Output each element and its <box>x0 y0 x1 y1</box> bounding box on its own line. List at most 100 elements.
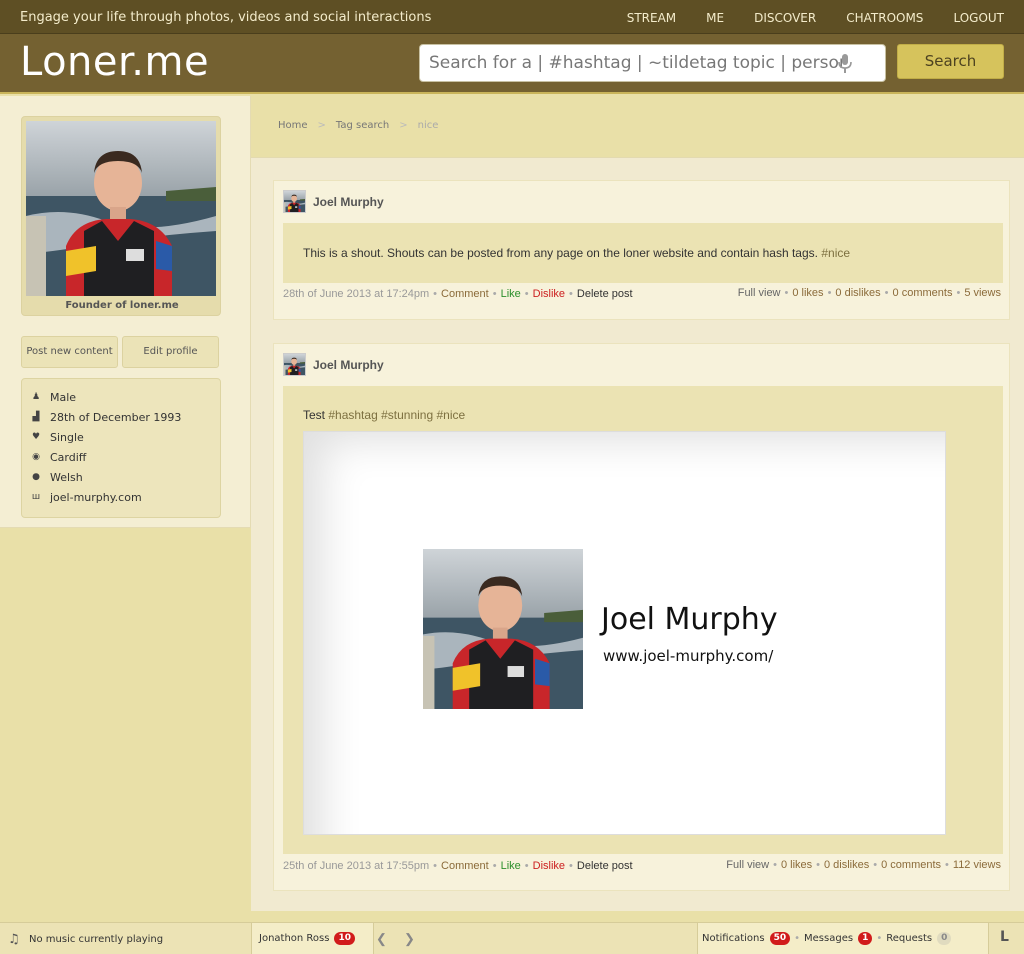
birthday-icon: ▟ <box>32 412 40 422</box>
corner-menu-button[interactable]: L <box>1000 929 1009 945</box>
embed-url: www.joel-murphy.com/ <box>603 647 774 665</box>
location-pin-icon: ◉ <box>32 452 40 462</box>
info-website-link[interactable]: joel-murphy.com <box>50 491 142 504</box>
profile-info-box: ♟ Male ▟ 28th of December 1993 ♥ Single … <box>21 378 221 518</box>
top-strip: Engage your life through photos, videos … <box>0 0 1024 34</box>
author-name[interactable]: Joel Murphy <box>313 195 384 209</box>
comment-link[interactable]: Comment <box>441 288 489 300</box>
nav-me[interactable]: ME <box>706 11 724 25</box>
post-new-content-button[interactable]: Post new content <box>21 336 118 368</box>
info-birthday-text: 28th of December 1993 <box>50 410 182 424</box>
notifications-badge: 50 <box>769 932 791 945</box>
chat-tab[interactable]: Jonathon Ross 10 <box>251 923 374 954</box>
chevron-left-icon[interactable]: ❮ <box>376 931 387 947</box>
notifications-label: Notifications <box>702 933 765 944</box>
full-view-link[interactable]: Full view <box>738 287 781 299</box>
info-location: ◉ Cardiff <box>30 449 86 465</box>
chat-user-name: Jonathon Ross <box>259 933 330 944</box>
post-text-content: This is a shout. Shouts can be posted fr… <box>303 246 818 260</box>
post-meta: 28th of June 2013 at 17:24pm • Comment •… <box>283 288 633 300</box>
top-navigation: STREAM ME DISCOVER CHATROOMS LOGOUT <box>597 11 1004 25</box>
website-icon: ш <box>31 492 41 502</box>
author-avatar[interactable] <box>283 190 306 213</box>
heart-icon: ♥ <box>31 432 41 442</box>
globe-icon: ● <box>32 472 40 482</box>
post-date: 28th of June 2013 at 17:24pm <box>283 288 430 300</box>
nav-discover[interactable]: DISCOVER <box>754 11 816 25</box>
nav-stream[interactable]: STREAM <box>627 11 676 25</box>
post-card: Joel Murphy Test #hashtag #stunning #nic… <box>273 343 1010 891</box>
nav-logout[interactable]: LOGOUT <box>953 11 1004 25</box>
chevron-right-icon[interactable]: ❯ <box>404 931 415 947</box>
notifications-link[interactable]: Notifications 50 <box>702 932 791 945</box>
author-avatar[interactable] <box>283 353 306 376</box>
post-text: Test #hashtag #stunning #nice <box>303 408 465 422</box>
dislike-link[interactable]: Dislike <box>533 288 565 300</box>
embedded-image[interactable]: Joel Murphy www.joel-murphy.com/ <box>303 431 946 835</box>
info-website: ш joel-murphy.com <box>30 489 142 505</box>
likes-count[interactable]: 0 likes <box>781 859 812 871</box>
edit-profile-button[interactable]: Edit profile <box>122 336 219 368</box>
music-note-icon: ♫ <box>8 932 20 947</box>
requests-link[interactable]: Requests 0 <box>886 932 952 945</box>
profile-photo[interactable] <box>26 121 216 296</box>
main-content: Joel Murphy This is a shout. Shouts can … <box>251 157 1024 911</box>
post-meta: 25th of June 2013 at 17:55pm • Comment •… <box>283 860 633 872</box>
requests-badge: 0 <box>937 932 952 945</box>
post-stats: Full view • 0 likes • 0 dislikes • 0 com… <box>737 287 1001 299</box>
likes-count[interactable]: 0 likes <box>792 287 823 299</box>
hashtag-link[interactable]: #stunning <box>381 408 433 422</box>
requests-label: Requests <box>886 933 933 944</box>
post-text-content: Test <box>303 408 326 422</box>
comments-count[interactable]: 0 comments <box>893 287 953 299</box>
delete-post-link[interactable]: Delete post <box>577 288 633 300</box>
breadcrumb-separator: > <box>399 120 408 131</box>
info-relationship-text: Single <box>50 430 84 444</box>
info-gender-text: Male <box>50 390 77 404</box>
bottom-bar: ♫ No music currently playing Jonathon Ro… <box>0 922 1024 954</box>
profile-card: Founder of loner.me <box>21 116 221 316</box>
delete-post-link[interactable]: Delete post <box>577 860 633 872</box>
author-name[interactable]: Joel Murphy <box>313 358 384 372</box>
breadcrumb: Home > Tag search > nice <box>278 120 438 131</box>
hashtag-link[interactable]: #nice <box>821 246 850 260</box>
gender-icon: ♟ <box>31 392 41 402</box>
info-location-text: Cardiff <box>50 450 87 464</box>
embed-photo <box>423 549 583 709</box>
profile-sidebar: Founder of loner.me Post new content Edi… <box>0 96 251 528</box>
info-gender: ♟ Male <box>30 389 76 405</box>
like-link[interactable]: Like <box>501 860 521 872</box>
info-relationship: ♥ Single <box>30 429 84 445</box>
post-date: 25th of June 2013 at 17:55pm <box>283 860 430 872</box>
hashtag-link[interactable]: #hashtag <box>328 408 377 422</box>
full-view-link[interactable]: Full view <box>726 859 769 871</box>
messages-badge: 1 <box>858 932 873 945</box>
comment-link[interactable]: Comment <box>441 860 489 872</box>
search-input[interactable] <box>419 44 886 82</box>
messages-link[interactable]: Messages 1 <box>804 932 873 945</box>
site-logo[interactable]: Loner.me <box>20 39 209 85</box>
hashtag-link[interactable]: #nice <box>436 408 465 422</box>
info-nationality-text: Welsh <box>50 470 83 484</box>
music-player[interactable]: ♫ No music currently playing <box>8 932 163 947</box>
breadcrumb-tag-search[interactable]: Tag search <box>336 120 389 131</box>
views-count: 5 views <box>964 287 1001 299</box>
dislike-link[interactable]: Dislike <box>533 860 565 872</box>
breadcrumb-home[interactable]: Home <box>278 120 308 131</box>
info-nationality: ● Welsh <box>30 469 83 485</box>
views-count: 112 views <box>952 859 1001 871</box>
comments-count[interactable]: 0 comments <box>881 859 941 871</box>
search-button[interactable]: Search <box>897 44 1004 79</box>
breadcrumb-current: nice <box>417 120 439 131</box>
info-birthday: ▟ 28th of December 1993 <box>30 409 182 425</box>
notifications-panel: Notifications 50 • Messages 1 • Requests… <box>697 923 989 954</box>
like-link[interactable]: Like <box>501 288 521 300</box>
dislikes-count[interactable]: 0 dislikes <box>824 859 869 871</box>
profile-caption: Founder of loner.me <box>65 300 179 311</box>
breadcrumb-separator: > <box>317 120 326 131</box>
chat-count-badge: 10 <box>334 932 355 945</box>
microphone-icon[interactable] <box>838 54 852 74</box>
nav-chatrooms[interactable]: CHATROOMS <box>846 11 923 25</box>
post-body: Test #hashtag #stunning #nice Joel Murph… <box>283 386 1003 854</box>
dislikes-count[interactable]: 0 dislikes <box>835 287 880 299</box>
